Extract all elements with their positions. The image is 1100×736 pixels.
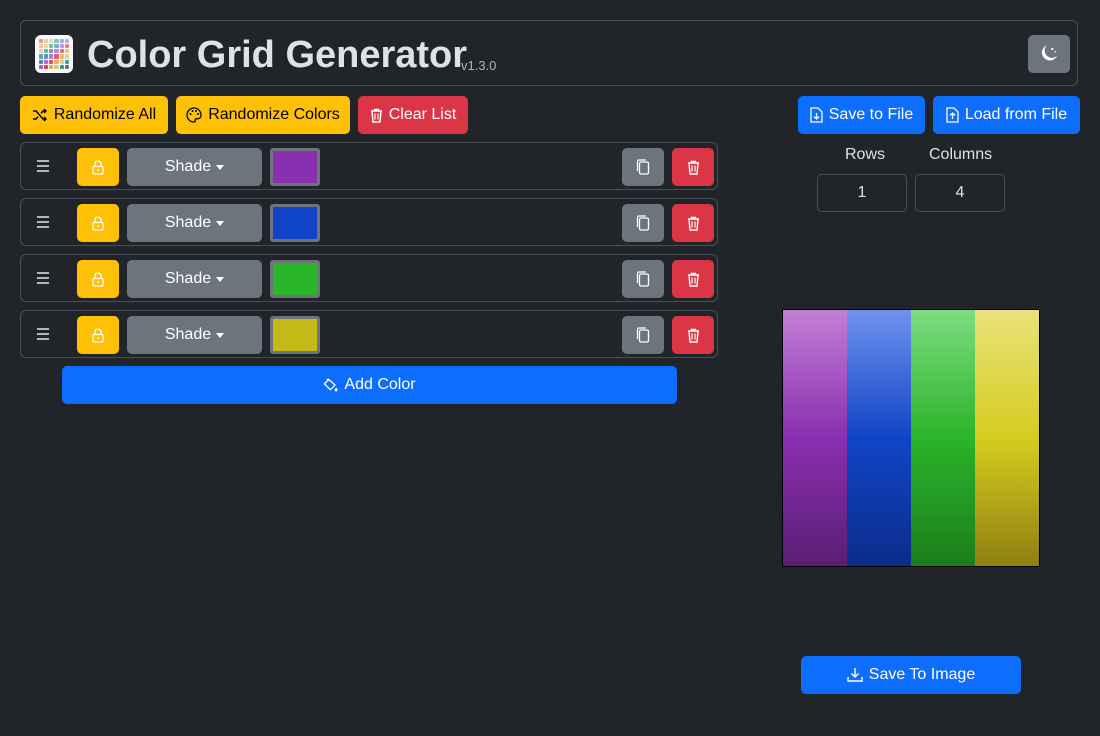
load-from-file-button[interactable]: Load from File <box>933 96 1080 134</box>
drag-handle-icon[interactable] <box>37 267 53 289</box>
page-title: Color Grid Generator <box>87 34 468 76</box>
shade-label: Shade <box>164 158 212 175</box>
shade-label: Shade <box>164 270 212 287</box>
drag-handle-icon[interactable] <box>37 211 53 233</box>
moon-stars-icon <box>1041 45 1058 61</box>
trash-icon <box>687 328 699 343</box>
save-to-image-button[interactable]: Save To Image <box>801 656 1021 694</box>
duplicate-button[interactable] <box>622 204 664 242</box>
save-to-image-label: Save To Image <box>868 666 976 683</box>
shuffle-icon <box>32 108 47 122</box>
shade-dropdown-button[interactable]: Shade <box>127 148 262 186</box>
unlock-icon <box>92 159 104 175</box>
lock-button[interactable] <box>77 204 119 242</box>
caret-down-icon <box>216 276 225 282</box>
lock-button[interactable] <box>77 260 119 298</box>
save-to-file-label: Save to File <box>828 106 914 123</box>
caret-down-icon <box>216 164 225 170</box>
clear-list-button[interactable]: Clear List <box>358 96 468 134</box>
header: Color Grid Generator v1.3.0 <box>20 20 1078 86</box>
color-row: Shade <box>20 198 718 246</box>
drag-handle-icon[interactable] <box>37 323 53 345</box>
add-color-button[interactable]: Add Color <box>62 366 677 404</box>
delete-button[interactable] <box>672 260 714 298</box>
file-upload-icon <box>946 107 959 123</box>
delete-button[interactable] <box>672 204 714 242</box>
app-logo-icon <box>35 35 73 73</box>
palette-icon <box>186 107 202 123</box>
add-color-label: Add Color <box>344 376 416 393</box>
delete-button[interactable] <box>672 316 714 354</box>
randomize-colors-button[interactable]: Randomize Colors <box>176 96 350 134</box>
lock-button[interactable] <box>77 148 119 186</box>
duplicate-button[interactable] <box>622 316 664 354</box>
grid-preview <box>782 309 1040 567</box>
trash-icon <box>687 272 699 287</box>
duplicate-button[interactable] <box>622 260 664 298</box>
trash-icon <box>687 160 699 175</box>
color-swatch[interactable] <box>270 148 320 186</box>
color-row: Shade <box>20 310 718 358</box>
caret-down-icon <box>216 332 225 338</box>
copy-icon <box>636 215 650 231</box>
save-to-file-button[interactable]: Save to File <box>798 96 925 134</box>
rows-input[interactable] <box>817 174 907 212</box>
columns-label: Columns <box>929 146 993 163</box>
paint-bucket-icon <box>323 377 338 391</box>
shade-label: Shade <box>164 214 212 231</box>
duplicate-button[interactable] <box>622 148 664 186</box>
shade-dropdown-button[interactable]: Shade <box>127 316 262 354</box>
randomize-all-label: Randomize All <box>53 106 157 123</box>
color-swatch[interactable] <box>270 204 320 242</box>
grid-cell <box>975 310 1039 566</box>
color-row: Shade <box>20 254 718 302</box>
copy-icon <box>636 327 650 343</box>
theme-toggle-button[interactable] <box>1028 35 1070 73</box>
shade-dropdown-button[interactable]: Shade <box>127 204 262 242</box>
file-download-icon <box>810 107 823 123</box>
rows-label: Rows <box>845 146 886 163</box>
color-row: Shade <box>20 142 718 190</box>
randomize-colors-label: Randomize Colors <box>208 106 340 123</box>
caret-down-icon <box>216 220 225 226</box>
grid-cell <box>783 310 847 566</box>
shade-dropdown-button[interactable]: Shade <box>127 260 262 298</box>
color-swatch[interactable] <box>270 260 320 298</box>
trash-icon <box>370 108 382 123</box>
grid-cell <box>847 310 911 566</box>
color-swatch[interactable] <box>270 316 320 354</box>
version-label: v1.3.0 <box>461 58 497 73</box>
lock-button[interactable] <box>77 316 119 354</box>
grid-cell <box>911 310 975 566</box>
copy-icon <box>636 159 650 175</box>
download-icon <box>847 668 863 682</box>
copy-icon <box>636 271 650 287</box>
unlock-icon <box>92 215 104 231</box>
unlock-icon <box>92 327 104 343</box>
delete-button[interactable] <box>672 148 714 186</box>
trash-icon <box>687 216 699 231</box>
load-from-file-label: Load from File <box>964 106 1068 123</box>
unlock-icon <box>92 271 104 287</box>
randomize-all-button[interactable]: Randomize All <box>20 96 168 134</box>
columns-input[interactable] <box>915 174 1005 212</box>
shade-label: Shade <box>164 326 212 343</box>
clear-list-label: Clear List <box>388 106 457 123</box>
drag-handle-icon[interactable] <box>37 155 53 177</box>
